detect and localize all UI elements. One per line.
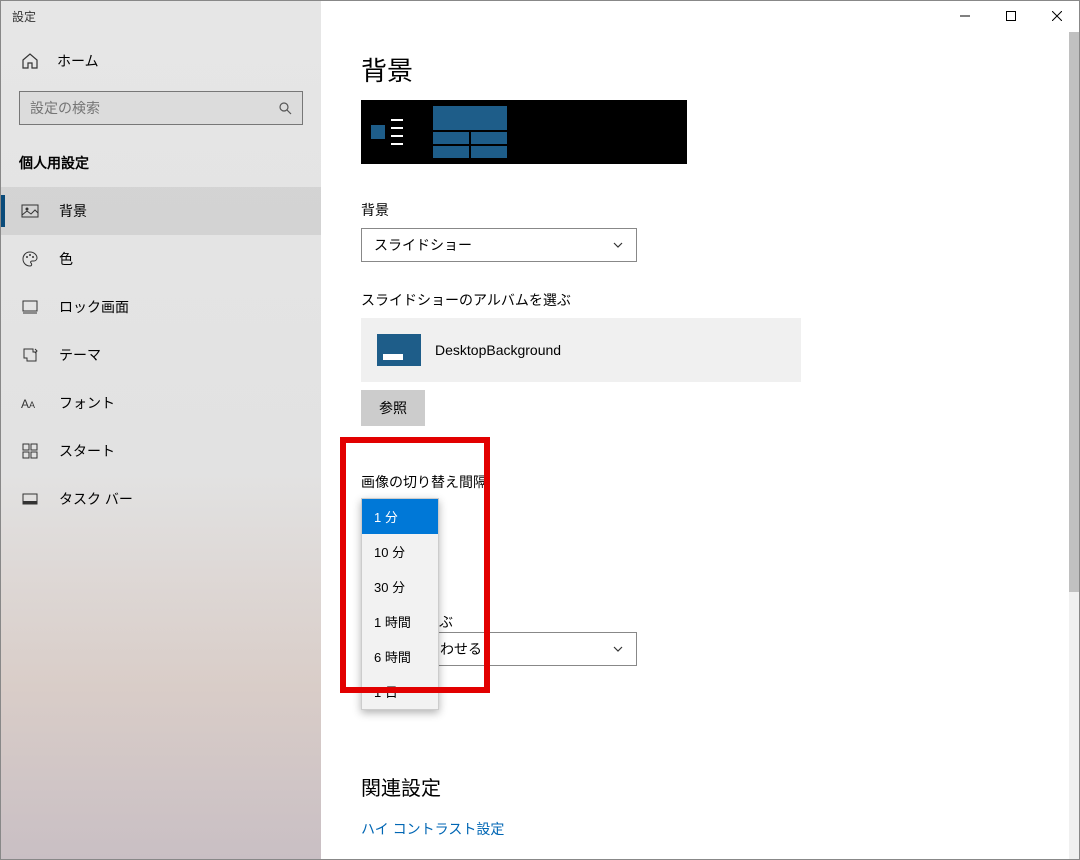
search-icon [278,101,292,115]
interval-option-10min[interactable]: 10 分 [362,534,438,569]
lock-screen-icon [21,298,39,316]
sidebar-item-taskbar[interactable]: タスク バー [1,475,321,523]
background-dropdown[interactable]: スライドショー [361,228,637,262]
search-input-wrap[interactable] [19,91,303,125]
titlebar: 設定 [0,0,1080,32]
interval-option-1hour[interactable]: 1 時間 [362,604,438,639]
svg-text:A: A [21,397,29,411]
search-input[interactable] [30,100,278,116]
category-title: 個人用設定 [1,135,321,187]
sidebar-item-label: 背景 [59,201,87,221]
chevron-down-icon [612,643,624,655]
page-title: 背景 [361,51,1039,88]
sidebar-item-label: フォント [59,393,115,413]
start-icon [21,442,39,460]
sidebar-item-themes[interactable]: テーマ [1,331,321,379]
album-box[interactable]: DesktopBackground [361,318,801,382]
interval-label: 画像の切り替え間隔 [361,472,1039,492]
sidebar: ホーム 個人用設定 背景 色 ロック画面 [1,1,321,859]
window-title: 設定 [12,8,36,25]
sidebar-item-label: スタート [59,441,115,461]
desktop-preview [361,100,687,164]
album-label: スライドショーのアルバムを選ぶ [361,290,1039,310]
related-settings-title: 関連設定 [361,772,1039,801]
theme-icon [21,346,39,364]
home-button[interactable]: ホーム [1,41,321,81]
album-thumbnail [377,334,421,366]
close-button[interactable] [1034,0,1080,32]
chevron-down-icon [612,239,624,251]
scrollbar-thumb[interactable] [1069,32,1079,592]
sidebar-item-fonts[interactable]: AA フォント [1,379,321,427]
sidebar-item-label: タスク バー [59,489,133,509]
minimize-button[interactable] [942,0,988,32]
interval-option-1min[interactable]: 1 分 [362,499,438,534]
background-label: 背景 [361,200,1039,220]
maximize-button[interactable] [988,0,1034,32]
sidebar-item-background[interactable]: 背景 [1,187,321,235]
home-label: ホーム [57,51,99,71]
palette-icon [21,250,39,268]
sidebar-item-label: ロック画面 [59,297,129,317]
picture-icon [21,202,39,220]
interval-option-6hour[interactable]: 6 時間 [362,639,438,674]
album-name: DesktopBackground [435,342,561,358]
interval-combobox-open[interactable]: 1 分 10 分 30 分 1 時間 6 時間 1 日 [361,498,439,710]
interval-option-30min[interactable]: 30 分 [362,569,438,604]
sidebar-item-lockscreen[interactable]: ロック画面 [1,283,321,331]
sidebar-item-start[interactable]: スタート [1,427,321,475]
sidebar-item-label: テーマ [59,345,101,365]
interval-option-1day[interactable]: 1 日 [362,674,438,709]
preview-start-icon [371,125,385,139]
fit-label-partial: ぶ [439,612,453,632]
background-value: スライドショー [374,235,472,255]
scrollbar-track[interactable] [1069,32,1079,859]
browse-button[interactable]: 参照 [361,390,425,426]
main-content: 背景 背景 スライドショー スライドショーのアルバムを選ぶ DesktopBac… [321,1,1079,859]
svg-text:A: A [29,400,35,410]
home-icon [21,52,39,70]
high-contrast-link[interactable]: ハイ コントラスト設定 [361,819,1039,839]
taskbar-icon [21,490,39,508]
sidebar-item-label: 色 [59,249,73,269]
sidebar-item-colors[interactable]: 色 [1,235,321,283]
font-icon: AA [21,394,39,412]
